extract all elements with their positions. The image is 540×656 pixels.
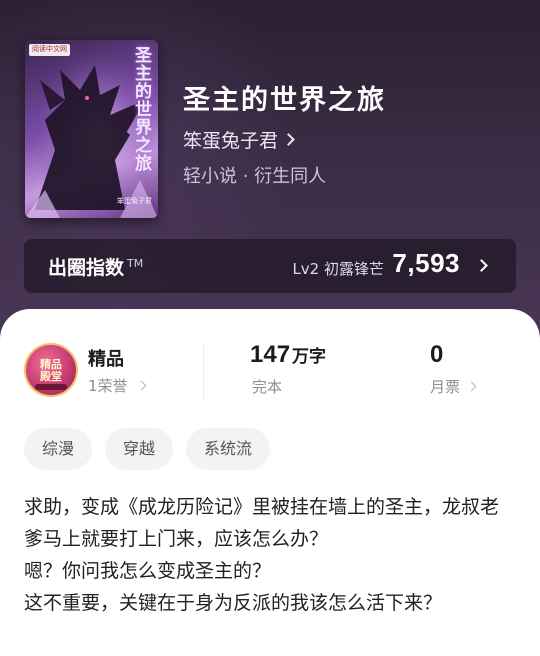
premium-badge-icon[interactable]: 精品 殿堂 [24, 343, 78, 397]
honor-count: 1荣誉 [88, 377, 128, 395]
chevron-right-icon [475, 259, 488, 272]
book-cover[interactable]: 阅读中文网 圣主的世界之旅 笨蛋兔子君 [25, 40, 158, 218]
badge-text: 精品 殿堂 [40, 358, 62, 383]
cover-author: 笨蛋兔子君 [117, 198, 152, 205]
monthly-votes-label: 月票 [430, 378, 461, 396]
index-level: Lv2 初露锋芒 [292, 260, 384, 278]
popularity-index-bar[interactable]: 出圈指数 TM Lv2 初露锋芒 7,593 [24, 239, 516, 293]
synopsis-paragraph: 嗯？你问我怎么变成圣主的？ [24, 560, 272, 582]
synopsis-paragraph: 求助，变成《成龙历险记》里被挂在墙上的圣主，龙叔老爹马上就要打上门来，应该怎么办… [24, 496, 500, 550]
book-title: 圣主的世界之旅 [183, 85, 386, 116]
author-name: 笨蛋兔子君 [183, 130, 279, 152]
word-count: 147 万字 [250, 341, 327, 368]
honor-link[interactable]: 1荣誉 [88, 375, 146, 396]
genre-label: 轻小说 · 衍生同人 [183, 166, 327, 187]
tag-chip[interactable]: 系统流 [186, 428, 271, 470]
cover-title: 圣主的世界之旅 [131, 46, 151, 172]
badge-ribbon [35, 384, 67, 390]
book-header: 阅读中文网 圣主的世界之旅 笨蛋兔子君 圣主的世界之旅 笨蛋兔子君 轻小说 · … [0, 0, 540, 345]
chevron-right-icon [136, 380, 146, 391]
publisher-badge: 阅读中文网 [29, 44, 70, 56]
author-link[interactable]: 笨蛋兔子君 [183, 126, 295, 153]
chevron-right-icon [466, 381, 477, 392]
word-count-unit: 万字 [292, 347, 327, 367]
tag-chip[interactable]: 穿越 [105, 428, 174, 470]
monthly-votes-count: 0 [430, 341, 444, 368]
completion-status: 完本 [252, 378, 283, 396]
monthly-votes-link[interactable]: 月票 [430, 376, 477, 397]
quality-title: 精品 [88, 349, 124, 370]
chevron-right-icon [282, 133, 295, 146]
stats-row: 精品 殿堂 精品 1荣誉 147 万字 完本 0 月票 [0, 309, 540, 419]
synopsis-paragraph: 这不重要，关键在于身为反派的我该怎么活下来？ [24, 592, 443, 614]
synopsis[interactable]: 求助，变成《成龙历险记》里被挂在墙上的圣主，龙叔老爹马上就要打上门来，应该怎么办… [24, 491, 504, 619]
stats-divider [203, 343, 204, 399]
tag-list: 综漫 穿越 系统流 [24, 428, 271, 470]
index-label: 出圈指数 TM [48, 256, 144, 279]
tag-chip[interactable]: 综漫 [24, 428, 93, 470]
book-info-panel: 精品 殿堂 精品 1荣誉 147 万字 完本 0 月票 综漫 穿越 系统流 求助，… [0, 309, 540, 656]
index-value: 7,593 [392, 248, 460, 278]
trademark-mark: TM [127, 256, 144, 270]
